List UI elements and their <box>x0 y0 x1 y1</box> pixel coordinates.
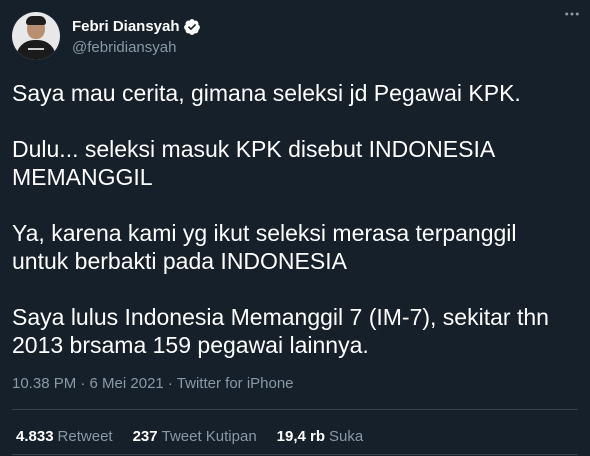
author-handle[interactable]: @febridiansyah <box>72 39 201 56</box>
divider <box>12 454 578 455</box>
more-horizontal-icon[interactable] <box>560 4 584 24</box>
tweet-stats: 4.833 Retweet 237 Tweet Kutipan 19,4 rb … <box>16 428 383 445</box>
quote-stat[interactable]: 237 Tweet Kutipan <box>133 428 257 445</box>
avatar-hair <box>26 16 46 25</box>
retweet-count: 4.833 <box>16 428 54 445</box>
name-row: Febri Diansyah <box>72 17 201 37</box>
quote-count: 237 <box>132 428 158 445</box>
like-label: Suka <box>329 428 364 445</box>
avatar-shirt-print <box>28 48 44 50</box>
author-display-name[interactable]: Febri Diansyah <box>72 18 180 35</box>
tweet-timestamp-source[interactable]: 10.38 PM · 6 Mei 2021 · Twitter for iPho… <box>12 375 294 392</box>
author-info: Febri Diansyah @febridiansyah <box>72 17 201 56</box>
tweet-card: Febri Diansyah @febridiansyah Saya mau c… <box>0 0 590 456</box>
avatar-body <box>16 40 56 60</box>
retweet-label: Retweet <box>57 428 113 445</box>
tweet-text: Saya mau cerita, gimana seleksi jd Pegaw… <box>12 80 549 358</box>
verified-badge-icon <box>183 18 201 36</box>
like-stat[interactable]: 19,4 rb Suka <box>277 428 364 445</box>
like-count: 19,4 rb <box>276 428 326 445</box>
quote-label: Tweet Kutipan <box>161 428 257 445</box>
avatar[interactable] <box>12 12 60 60</box>
tweet-header: Febri Diansyah @febridiansyah <box>12 11 578 61</box>
divider <box>12 409 578 410</box>
retweet-stat[interactable]: 4.833 Retweet <box>16 428 113 445</box>
